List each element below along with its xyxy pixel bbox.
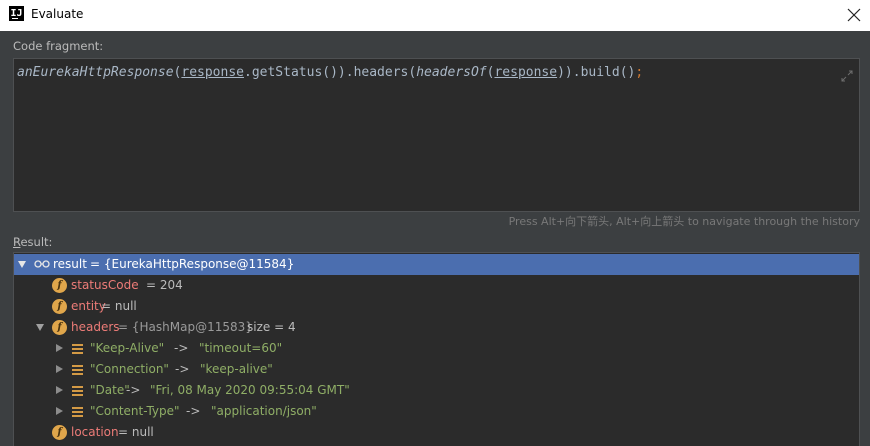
tree-row-field[interactable]: f headers = {HashMap@11583} size = 4 xyxy=(14,317,859,338)
collapsed-arrow-icon[interactable] xyxy=(56,365,63,373)
tree-row-entry[interactable]: "Date" -> "Fri, 08 May 2020 09:55:04 GMT… xyxy=(14,380,859,401)
result-label-text: esult: xyxy=(20,235,53,249)
field-f-icon: f xyxy=(52,299,67,314)
map-entry-icon xyxy=(72,344,83,354)
field-value: = null xyxy=(118,425,154,439)
entry-arrow: -> xyxy=(126,383,141,397)
tree-row-field[interactable]: f entity = null xyxy=(14,296,859,317)
field-value: = {HashMap@11583} xyxy=(118,320,253,334)
result-tree[interactable]: result = {EurekaHttpResponse@11584} f st… xyxy=(13,252,860,446)
field-f-icon: f xyxy=(52,320,67,335)
code-token-variable: response xyxy=(181,65,244,80)
entry-key: "Connection" xyxy=(90,362,169,376)
intellij-icon: IJ xyxy=(9,6,24,21)
field-name: headers xyxy=(71,320,120,334)
tree-row-field[interactable]: f location = null xyxy=(14,422,859,443)
code-token-variable: response xyxy=(494,65,558,80)
map-entry-icon xyxy=(72,386,83,396)
evaluate-dialog: IJ Evaluate Code fragment: anEurekaHttpR… xyxy=(0,0,870,446)
entry-value: "keep-alive" xyxy=(200,362,273,376)
close-icon xyxy=(847,8,861,22)
tree-node-name: result xyxy=(53,257,87,271)
close-button[interactable] xyxy=(842,3,866,27)
map-entry-icon xyxy=(72,407,83,417)
tree-row-entry[interactable]: "Connection" -> "keep-alive" xyxy=(14,359,859,380)
field-size: size = 4 xyxy=(247,320,296,334)
field-name: location xyxy=(71,425,119,439)
history-hint: Press Alt+向下箭头, Alt+向上箭头 to navigate thr… xyxy=(508,215,860,228)
entry-value: "timeout=60" xyxy=(199,341,283,355)
code-fragment-editor[interactable]: anEurekaHttpResponse(response.getStatus(… xyxy=(13,58,860,212)
code-token-call: .getStatus()).headers( xyxy=(244,65,417,80)
entry-key: "Content-Type" xyxy=(90,404,180,418)
field-value: = 204 xyxy=(146,278,183,292)
entry-arrow: -> xyxy=(186,404,201,418)
title-bar: IJ Evaluate xyxy=(0,0,870,31)
code-line[interactable]: anEurekaHttpResponse(response.getStatus(… xyxy=(17,65,643,80)
tree-row-entry[interactable]: "Content-Type" -> "application/json" xyxy=(14,401,859,422)
collapsed-arrow-icon[interactable] xyxy=(56,407,63,415)
tree-row-field[interactable]: f statusCode = 204 xyxy=(14,275,859,296)
entry-value: "application/json" xyxy=(211,404,317,418)
entry-key: "Keep-Alive" xyxy=(90,341,165,355)
expanded-arrow-icon[interactable] xyxy=(18,261,26,268)
code-token-semicolon: ; xyxy=(635,65,644,80)
collapsed-arrow-icon[interactable] xyxy=(56,386,63,394)
code-token-call: )).build() xyxy=(557,65,636,80)
result-label: Result: xyxy=(13,235,52,249)
code-token-function: anEurekaHttpResponse xyxy=(17,65,174,80)
tree-row-result[interactable]: result = {EurekaHttpResponse@11584} xyxy=(14,254,859,275)
entry-arrow: -> xyxy=(174,341,189,355)
entry-value: "Fri, 08 May 2020 09:55:04 GMT" xyxy=(150,383,350,397)
field-f-icon: f xyxy=(52,425,67,440)
field-name: statusCode xyxy=(71,278,139,292)
tree-node-value: = {EurekaHttpResponse@11584} xyxy=(90,257,295,271)
window-title: Evaluate xyxy=(31,7,84,21)
collapsed-arrow-icon[interactable] xyxy=(56,344,63,352)
watch-glasses-icon xyxy=(34,260,50,268)
entry-arrow: -> xyxy=(175,362,190,376)
entry-key: "Date" xyxy=(90,383,130,397)
tree-row-entry[interactable]: "Keep-Alive" -> "timeout=60" xyxy=(14,338,859,359)
expanded-arrow-icon[interactable] xyxy=(36,324,44,331)
field-f-icon: f xyxy=(52,278,67,293)
expand-editor-icon[interactable] xyxy=(841,67,853,82)
field-value: = null xyxy=(101,299,137,313)
code-fragment-label: Code fragment: xyxy=(13,39,104,53)
code-token-function: headersOf xyxy=(416,65,487,80)
map-entry-icon xyxy=(72,365,83,375)
